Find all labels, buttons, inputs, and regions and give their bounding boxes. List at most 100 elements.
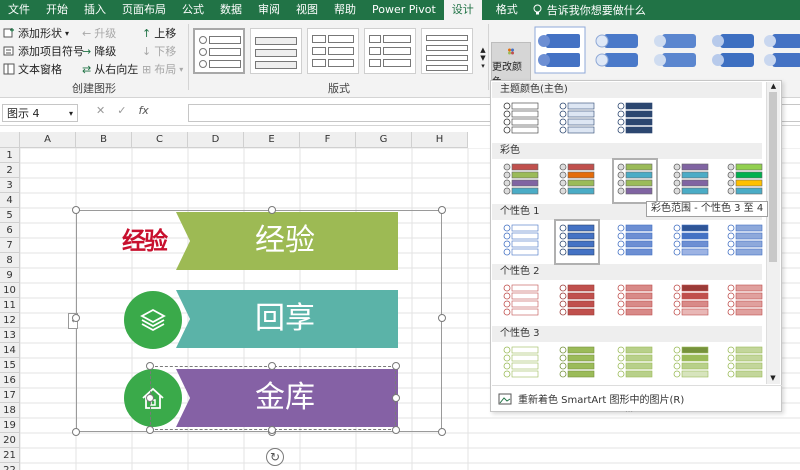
insert-function-icon[interactable]: fx [138,104,148,117]
resize-handle[interactable] [72,428,80,436]
layout-option-2[interactable] [250,28,302,74]
smartart-text-1[interactable]: 经验 [200,212,370,270]
text-pane-button[interactable]: 文本窗格 [3,61,62,77]
column-header[interactable]: H [412,132,468,148]
dropdown-scrollbar[interactable]: ▲ ▼ [766,82,780,384]
tab-file[interactable]: 文件 [0,0,38,20]
column-header[interactable]: E [244,132,300,148]
layout-option-1[interactable] [193,28,245,74]
tab-format[interactable]: 格式 [488,0,526,20]
column-header[interactable]: C [132,132,188,148]
row-header[interactable]: 20 [0,433,20,448]
color-swatch[interactable] [725,282,765,322]
recolor-pictures-option[interactable]: 重新着色 SmartArt 图形中的图片(R) [492,385,782,411]
row-header[interactable]: 12 [0,313,20,328]
color-swatch[interactable] [671,344,711,384]
resize-handle[interactable] [268,426,276,434]
color-swatch[interactable] [671,222,711,262]
resize-handle[interactable] [392,426,400,434]
row-header[interactable]: 13 [0,328,20,343]
column-header[interactable]: B [76,132,132,148]
right-to-left-button[interactable]: ⇄ 从右向左 [82,61,138,77]
tab-power-pivot[interactable]: Power Pivot [364,0,444,20]
color-swatch[interactable] [612,158,658,204]
row-header[interactable]: 11 [0,298,20,313]
color-swatch[interactable] [615,344,655,384]
add-shape-button[interactable]: 添加形状 ▾ [3,25,69,41]
color-swatch[interactable] [557,100,597,140]
layout-option-3[interactable] [307,28,359,74]
move-up-button[interactable]: ↑ 上移 [142,25,176,41]
color-swatch[interactable] [557,282,597,322]
column-header[interactable]: A [20,132,76,148]
row-header[interactable]: 18 [0,403,20,418]
row-header[interactable]: 1 [0,148,20,163]
row-header[interactable]: 14 [0,343,20,358]
resize-handle[interactable] [268,206,276,214]
smartart-style-2[interactable] [592,26,644,74]
color-swatch[interactable] [671,161,711,201]
name-box[interactable]: 图示 4 ▾ [2,104,78,122]
tab-data[interactable]: 数据 [212,0,250,20]
row-header[interactable]: 3 [0,178,20,193]
layout-option-5[interactable] [421,28,473,74]
tab-review[interactable]: 审阅 [250,0,288,20]
resize-handle[interactable] [146,362,154,370]
row-header[interactable]: 21 [0,448,20,463]
color-swatch[interactable] [615,222,655,262]
smartart-text-2[interactable]: 回享 [200,290,370,348]
color-swatch[interactable] [501,344,541,384]
row-header[interactable]: 9 [0,268,20,283]
color-swatch[interactable] [725,161,765,201]
resize-handle[interactable] [392,362,400,370]
column-header[interactable]: D [188,132,244,148]
row-header[interactable]: 6 [0,223,20,238]
smartart-style-3[interactable] [650,26,702,74]
resize-handle[interactable] [268,362,276,370]
row-header[interactable]: 10 [0,283,20,298]
row-header[interactable]: 22 [0,463,20,470]
rotate-handle[interactable]: ↻ [266,448,284,466]
tab-help[interactable]: 帮助 [326,0,364,20]
smartart-style-5[interactable] [760,26,800,74]
move-down-button[interactable]: ↓ 下移 [142,43,176,59]
row-header[interactable]: 17 [0,388,20,403]
smartart-style-1[interactable] [534,26,586,74]
color-swatch[interactable] [557,161,597,201]
row-header[interactable]: 8 [0,253,20,268]
color-swatch[interactable] [725,222,765,262]
scroll-thumb[interactable] [769,92,777,262]
row-header[interactable]: 16 [0,373,20,388]
column-header[interactable]: F [300,132,356,148]
resize-handle[interactable] [72,314,80,322]
color-swatch[interactable] [615,100,655,140]
demote-button[interactable]: → 降级 [82,43,116,59]
resize-handle[interactable] [392,394,400,402]
color-swatch[interactable] [554,219,600,265]
add-bullet-button[interactable]: 添加项目符号 [3,43,84,59]
row-header[interactable]: 2 [0,163,20,178]
tab-home[interactable]: 开始 [38,0,76,20]
dropdown-resize-grip[interactable]: ⋯ [625,407,633,416]
color-swatch[interactable] [557,344,597,384]
resize-handle[interactable] [146,426,154,434]
row-header[interactable]: 5 [0,208,20,223]
row-header[interactable]: 15 [0,358,20,373]
color-swatch[interactable] [501,100,541,140]
layout-option-4[interactable] [364,28,416,74]
row-header[interactable]: 7 [0,238,20,253]
row-header[interactable]: 4 [0,193,20,208]
color-swatch[interactable] [501,161,541,201]
row-header[interactable]: 19 [0,418,20,433]
tab-view[interactable]: 视图 [288,0,326,20]
select-all-corner[interactable] [0,132,20,148]
color-swatch[interactable] [501,282,541,322]
resize-handle[interactable] [146,394,154,402]
tab-page-layout[interactable]: 页面布局 [114,0,174,20]
color-swatch[interactable] [501,222,541,262]
column-header[interactable]: G [356,132,412,148]
tab-insert[interactable]: 插入 [76,0,114,20]
smartart-icon-circle-2[interactable] [124,291,182,349]
layout-gallery-scroll[interactable]: ▲ ▼ ▾ [478,46,488,96]
resize-handle[interactable] [438,428,446,436]
